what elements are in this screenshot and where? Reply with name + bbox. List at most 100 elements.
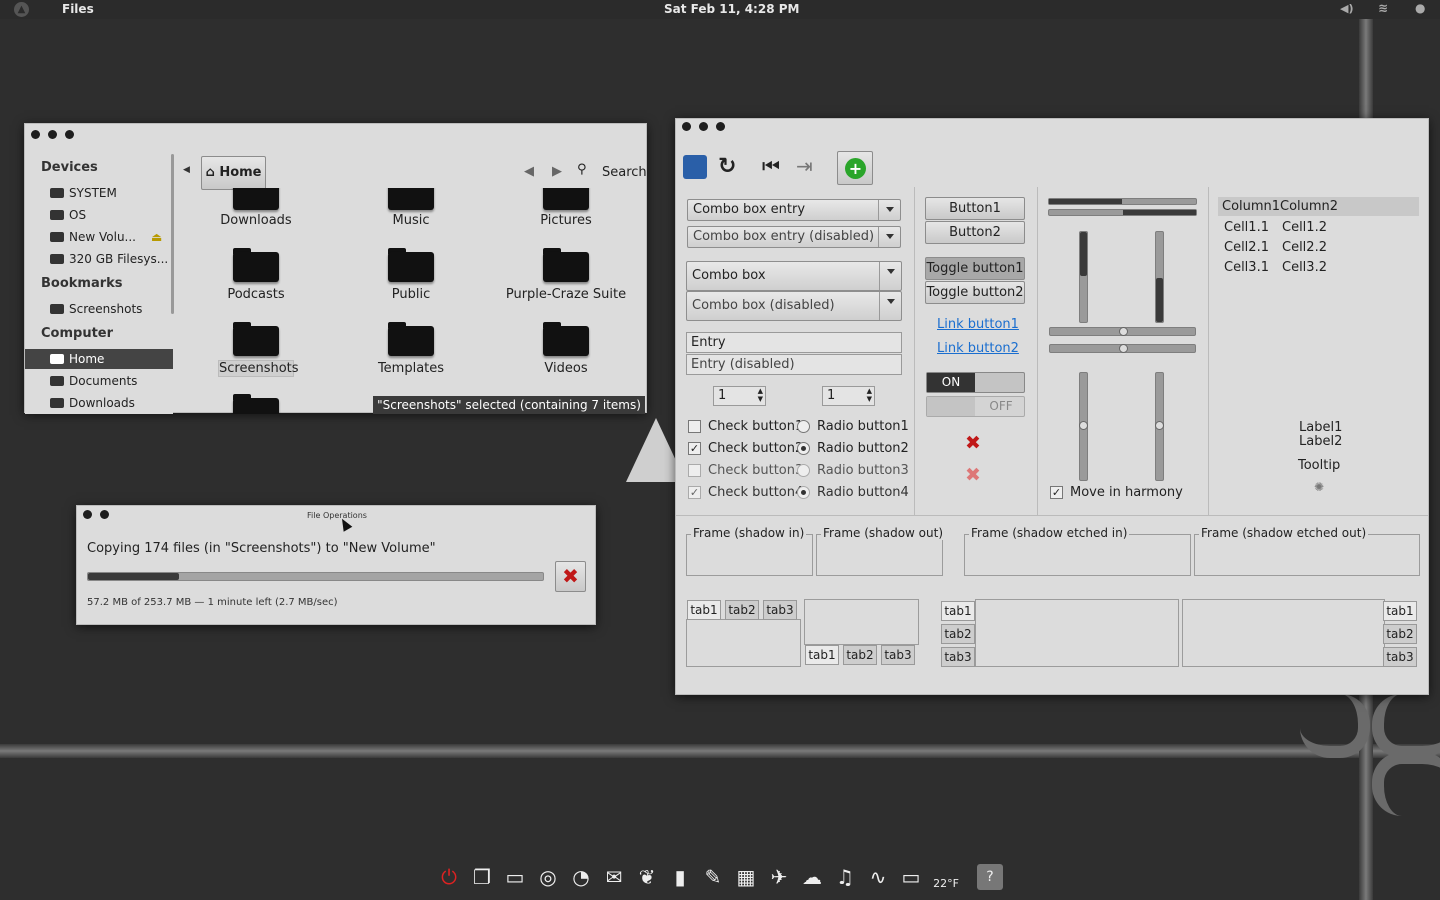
switch-on[interactable]: ON (926, 372, 1025, 393)
column-header[interactable]: Column1 (1222, 199, 1280, 214)
volume-icon[interactable]: ◀) (1340, 2, 1354, 15)
tab-1[interactable]: tab1 (805, 645, 839, 665)
vscale-1[interactable] (1079, 372, 1088, 481)
folder-label[interactable]: Public (336, 287, 486, 302)
widget-titlebar[interactable] (676, 119, 1428, 141)
maximize-dot[interactable] (716, 122, 725, 131)
combo-box-entry[interactable]: Combo box entry (687, 199, 901, 221)
tab-2[interactable]: tab2 (725, 600, 759, 620)
move-harmony-label[interactable]: Move in harmony (1070, 485, 1183, 500)
wifi-icon[interactable]: ≋ (1378, 1, 1388, 15)
spin-arrows-icon[interactable]: ▲ ▼ (758, 387, 763, 403)
folder-public-icon[interactable] (388, 246, 434, 282)
slider-knob[interactable] (1119, 327, 1128, 336)
slider-knob[interactable] (1119, 344, 1128, 353)
check-label[interactable]: Check button2 (708, 441, 803, 456)
search-label[interactable]: Search (602, 165, 647, 180)
sidebar-item-downloads[interactable]: Downloads (25, 393, 173, 413)
back-icon[interactable]: ◀ (524, 164, 534, 179)
radio-label[interactable]: Radio button2 (817, 441, 909, 456)
slider-knob[interactable] (1079, 421, 1088, 430)
arch-menu-icon[interactable]: ▲ (14, 2, 29, 17)
folder-templates-icon[interactable] (388, 320, 434, 356)
folder-label[interactable]: Podcasts (181, 287, 331, 302)
tab-1[interactable]: tab1 (687, 600, 721, 620)
folder-videos-icon[interactable] (543, 320, 589, 356)
radio-button-2[interactable] (797, 442, 810, 455)
clock[interactable]: Sat Feb 11, 4:28 PM (664, 2, 799, 16)
tab-1[interactable]: tab1 (941, 601, 975, 621)
toggle-button-1[interactable]: Toggle button1 (925, 257, 1025, 280)
button-1[interactable]: Button1 (925, 197, 1025, 220)
sidebar-item-screenshots[interactable]: Screenshots (25, 299, 173, 319)
radio-label[interactable]: Radio button1 (817, 419, 909, 434)
chevron-down-icon[interactable] (878, 200, 900, 220)
switch-off[interactable]: OFF (926, 396, 1025, 417)
spin-arrows-icon[interactable]: ▲ ▼ (867, 387, 872, 403)
tab-3[interactable]: tab3 (1383, 647, 1417, 667)
eject-icon[interactable]: ⏏ (151, 227, 162, 247)
chat-icon[interactable]: ● (1415, 1, 1425, 15)
tree-cell[interactable]: Cell2.2 (1282, 240, 1327, 255)
tab-2[interactable]: tab2 (941, 624, 975, 644)
slider-knob[interactable] (1155, 421, 1164, 430)
search-icon[interactable]: ⚲ (577, 162, 587, 177)
sidebar-item-new-volume[interactable]: New Volu... ⏏ (25, 227, 173, 247)
folder-partial-icon[interactable] (233, 392, 279, 414)
folder-podcasts-icon[interactable] (233, 246, 279, 282)
folder-music-icon[interactable] (388, 188, 434, 210)
add-button[interactable]: + (837, 151, 873, 185)
tab-3[interactable]: tab3 (941, 647, 975, 667)
folder-label[interactable]: Pictures (491, 213, 641, 228)
chrome-icon[interactable]: ◎ (535, 864, 561, 890)
spin-button-2[interactable]: 1 ▲ ▼ (822, 386, 875, 406)
toggle-button-2[interactable]: Toggle button2 (925, 281, 1025, 304)
check-button-2[interactable]: ✓ (688, 442, 701, 455)
tree-cell[interactable]: Cell2.1 (1224, 240, 1269, 255)
sidebar-scrollbar[interactable] (171, 154, 174, 314)
link-button-1[interactable]: Link button1 (937, 317, 1019, 332)
folder-label[interactable]: Templates (336, 361, 486, 376)
forward-icon[interactable]: ▶ (552, 164, 562, 179)
folder-label[interactable]: Videos (491, 361, 641, 376)
tab-3[interactable]: tab3 (763, 600, 797, 620)
mail-icon[interactable]: ✉ (601, 864, 627, 890)
tab-2[interactable]: tab2 (1383, 624, 1417, 644)
refresh-icon[interactable]: ↻ (718, 154, 736, 179)
save-icon[interactable] (683, 155, 707, 179)
sidebar-item-documents[interactable]: Documents (25, 371, 173, 391)
tab-3[interactable]: tab3 (881, 645, 915, 665)
sidebar-item-home[interactable]: Home (25, 349, 173, 369)
column-header[interactable]: Column2 (1280, 199, 1338, 214)
vscale-2[interactable] (1155, 372, 1164, 481)
folder-label-selected[interactable]: Screenshots (218, 360, 299, 377)
maximize-dot[interactable] (65, 130, 74, 139)
folder-label[interactable]: Music (336, 213, 486, 228)
headphones-icon[interactable]: ♫ (832, 864, 858, 890)
path-back-icon[interactable]: ◀ (183, 165, 190, 175)
goto-last-icon[interactable]: ⇥ (796, 154, 813, 178)
chat-bubbles-icon[interactable]: ❦ (634, 864, 660, 890)
spin-button-1[interactable]: 1 ▲ ▼ (713, 386, 766, 406)
cloud-icon[interactable]: ☁ (799, 864, 825, 890)
help-icon[interactable]: ? (977, 864, 1003, 890)
files-titlebar[interactable] (25, 124, 646, 146)
chevron-down-icon[interactable] (879, 262, 901, 290)
folder-pictures-icon[interactable] (543, 188, 589, 210)
pen-icon[interactable]: ✎ (700, 864, 726, 890)
hscale-2[interactable] (1049, 344, 1196, 353)
folder-screenshots-icon[interactable] (233, 320, 279, 356)
check-label[interactable]: Check button1 (708, 419, 803, 434)
link-button-2[interactable]: Link button2 (937, 341, 1019, 356)
power-icon[interactable]: ⏻ (436, 864, 462, 890)
app-name[interactable]: Files (62, 2, 94, 16)
goto-first-icon[interactable]: ⏮ (762, 154, 780, 178)
radio-button-1[interactable] (797, 420, 810, 433)
tab-1[interactable]: tab1 (1383, 601, 1417, 621)
cancel-copy-button[interactable]: ✖ (555, 561, 586, 592)
sidebar-item-system[interactable]: SYSTEM (25, 183, 173, 203)
document-icon[interactable]: ▮ (667, 864, 693, 890)
close-dot[interactable] (682, 122, 691, 131)
button-2[interactable]: Button2 (925, 221, 1025, 244)
combo-box[interactable]: Combo box (686, 261, 902, 291)
